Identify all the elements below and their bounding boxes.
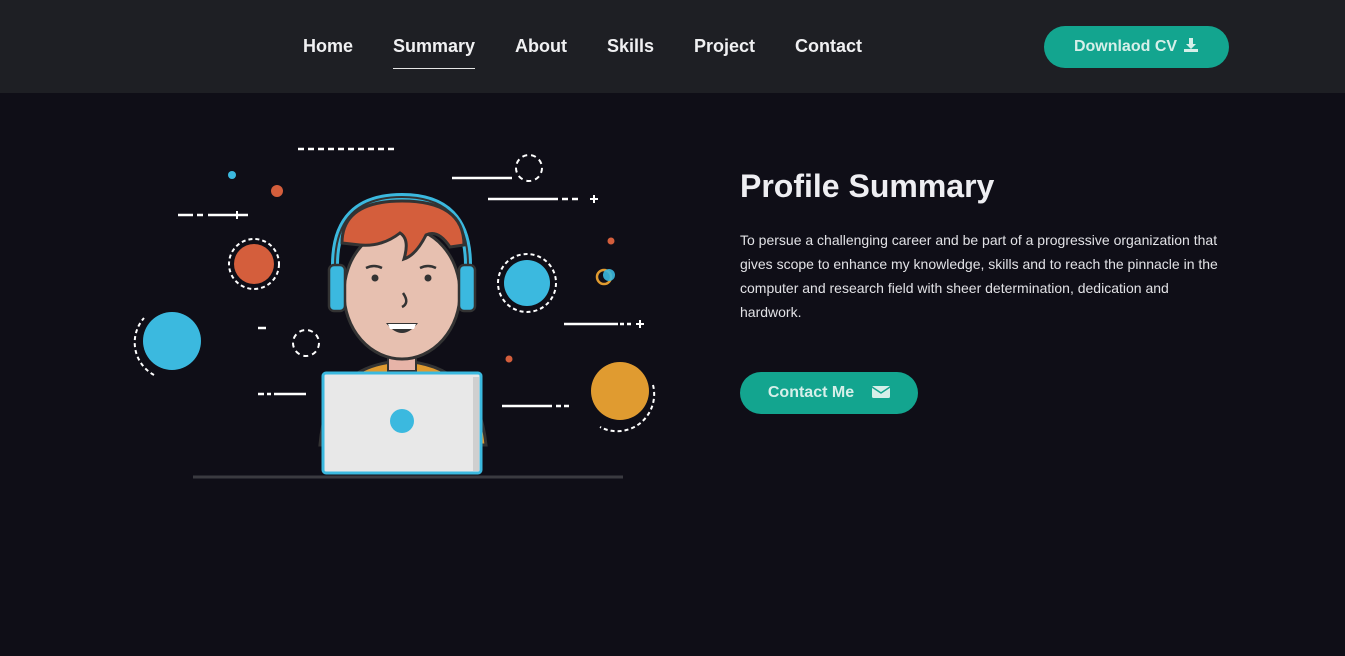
- contact-me-button[interactable]: Contact Me: [740, 372, 918, 414]
- nav-contact[interactable]: Contact: [795, 36, 862, 57]
- profile-summary-text: To persue a challenging career and be pa…: [740, 232, 1218, 320]
- nav-project[interactable]: Project: [694, 36, 755, 57]
- contact-me-label: Contact Me: [767, 384, 855, 401]
- nav-home[interactable]: Home: [303, 36, 353, 57]
- download-icon: [1183, 37, 1199, 58]
- envelope-icon: [871, 384, 891, 403]
- profile-summary-title: Profile Summary: [740, 168, 995, 204]
- download-cv-button[interactable]: Downlaod CV: [1044, 26, 1229, 68]
- nav-skills[interactable]: Skills: [607, 36, 654, 57]
- nav-summary[interactable]: Summary: [393, 36, 476, 69]
- download-cv-label: Downlaod CV: [1073, 38, 1178, 55]
- developer-illustration: [120, 135, 680, 495]
- nav-about[interactable]: About: [515, 36, 567, 57]
- top-navbar: Home Summary About Skills Project Contac…: [0, 0, 1345, 93]
